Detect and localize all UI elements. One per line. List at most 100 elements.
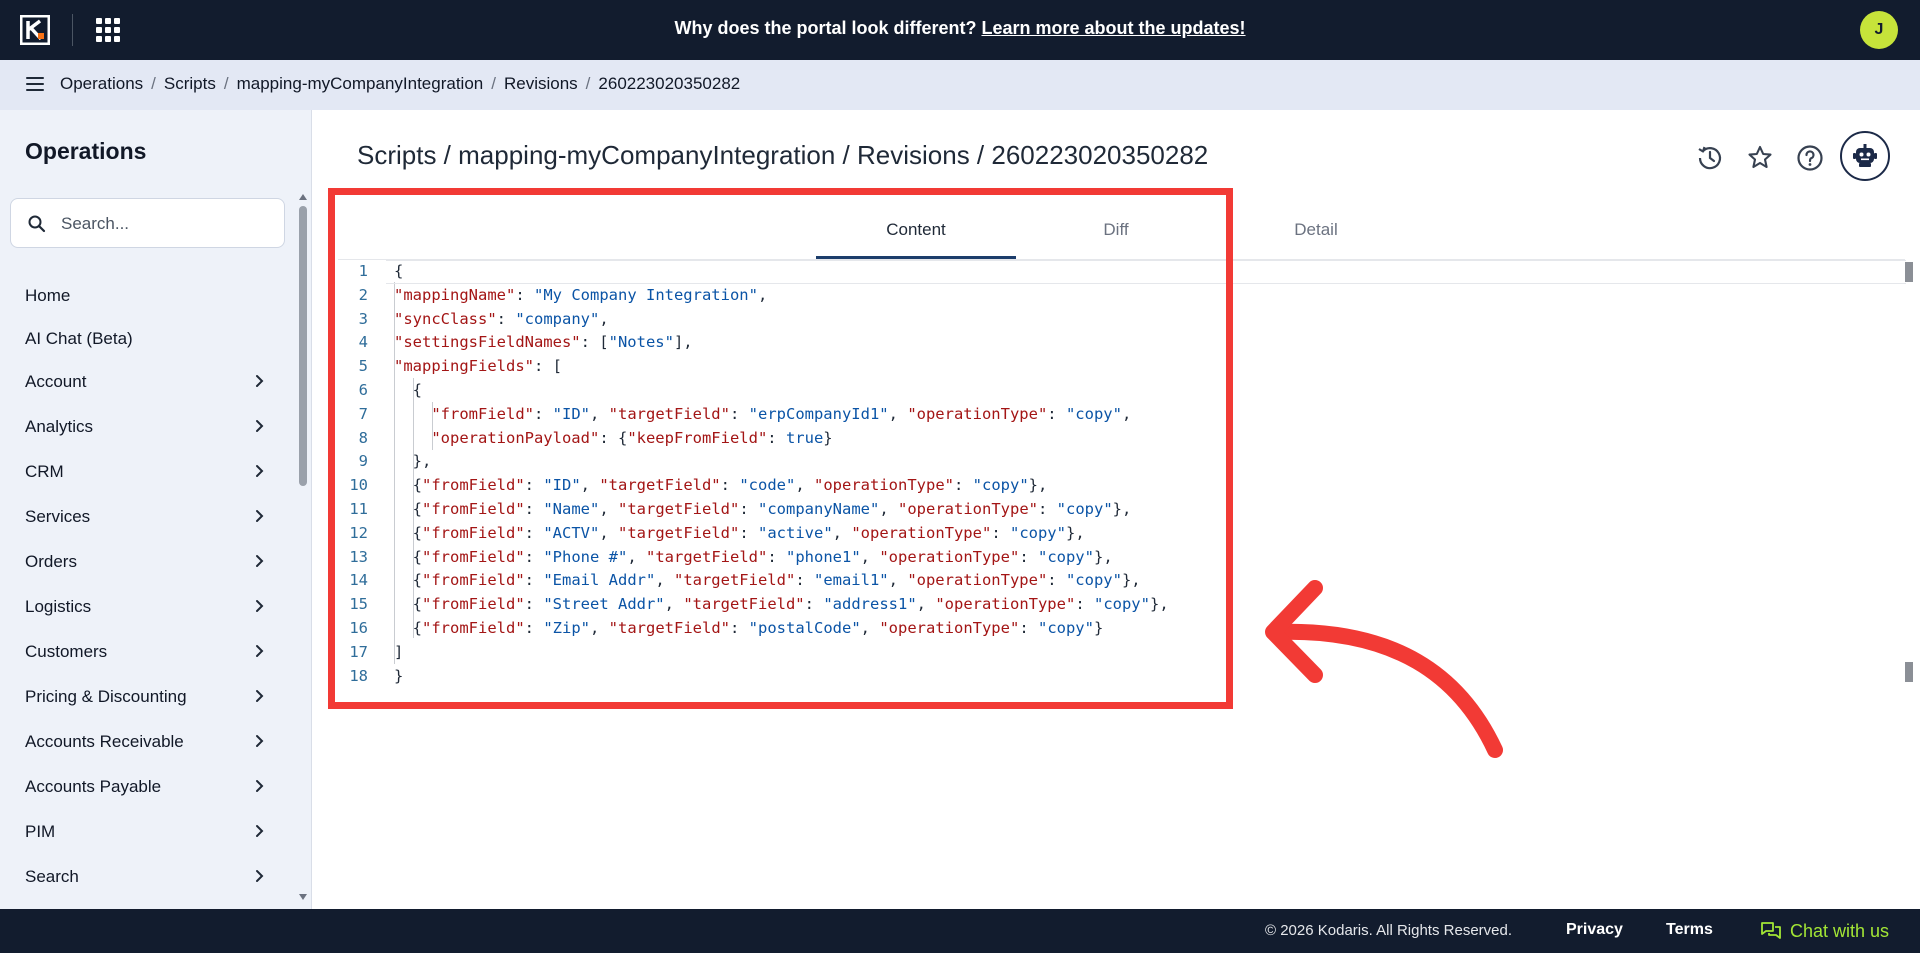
breadcrumb-scripts[interactable]: Scripts <box>164 74 216 94</box>
assistant-bot-button[interactable] <box>1840 131 1890 181</box>
chevron-right-icon <box>256 780 264 792</box>
sidebar-item-label: Logistics <box>25 597 92 616</box>
announcement-banner: Why does the portal look different? Lear… <box>0 18 1920 39</box>
breadcrumb-revision-id: 260223020350282 <box>598 74 741 93</box>
sidebar-item-home[interactable]: Home <box>0 276 290 316</box>
breadcrumb-separator: / <box>491 74 496 93</box>
sidebar-title: Operations <box>25 138 147 164</box>
tab-detail[interactable]: Detail <box>1216 205 1416 259</box>
breadcrumb-revisions[interactable]: Revisions <box>504 74 578 94</box>
chat-with-us-button[interactable]: Chat with us <box>1760 919 1889 943</box>
code-editor[interactable]: 1 {2 "mappingName": "My Company Integratio… <box>338 260 1906 690</box>
sidebar-item-search[interactable]: Search <box>0 857 290 897</box>
code-line: 17] <box>338 641 1898 665</box>
code-line: 13 {"fromField": "Phone #", "targetField… <box>338 546 1898 570</box>
breadcrumb-separator: / <box>585 74 591 93</box>
sidebar-item-accounts-receivable[interactable]: Accounts Receivable <box>0 722 290 762</box>
line-number: 13 <box>349 547 368 566</box>
chevron-right-icon <box>256 555 264 567</box>
line-number: 15 <box>349 595 368 614</box>
line-code: { <box>394 262 404 280</box>
line-code: "mappingName": "My Company Integration", <box>394 285 768 304</box>
line-number: 9 <box>358 452 368 471</box>
line-number: 16 <box>349 619 368 637</box>
code-line: 5 "mappingFields": [ <box>338 355 1898 379</box>
chevron-right-icon <box>256 465 264 477</box>
sidebar-item-label: AI Chat (Beta) <box>25 329 133 348</box>
learn-more-link[interactable]: Learn more about the updates! <box>981 18 1245 38</box>
chevron-right-icon <box>256 600 264 612</box>
sidebar-item-label: Customers <box>25 642 108 661</box>
line-number: 1 <box>358 262 368 280</box>
star-icon[interactable] <box>1744 142 1776 174</box>
chevron-right-icon <box>256 690 264 702</box>
line-code: "settingsFieldNames": ["Notes"], <box>394 333 693 352</box>
bot-icon <box>1853 144 1877 167</box>
code-line: 6 { <box>338 379 1898 403</box>
user-avatar[interactable]: J <box>1860 11 1898 49</box>
editor-scrollbar[interactable] <box>1905 262 1913 682</box>
breadcrumb-separator: / <box>151 74 156 93</box>
sidebar-item-label: Pricing & Discounting <box>25 687 187 706</box>
code-line: 11 {"fromField": "Name", "targetField": … <box>338 498 1898 522</box>
sidebar-item-logistics[interactable]: Logistics <box>0 587 290 627</box>
line-code: }, <box>394 452 432 471</box>
breadcrumb-operations[interactable]: Operations <box>60 74 143 94</box>
breadcrumb: Operations / Scripts / mapping-myCompany… <box>60 74 740 94</box>
scroll-marker <box>1905 262 1913 282</box>
scroll-up-arrow-icon[interactable] <box>299 194 307 200</box>
code-line: 16 {"fromField": "Zip", "targetField": "… <box>338 617 1898 641</box>
revision-tabs: Content Diff Detail <box>816 205 1416 259</box>
privacy-link[interactable]: Privacy <box>1566 921 1623 939</box>
sidebar: Operations Home AI Chat (Beta) Account Anal… <box>0 110 312 910</box>
banner-text: Why does the portal look different? <box>674 18 982 38</box>
sidebar-item-orders[interactable]: Orders <box>0 542 290 582</box>
chevron-right-icon <box>256 645 264 657</box>
line-code: "fromField": "ID", "targetField": "erpCo… <box>431 404 1132 423</box>
tab-content[interactable]: Content <box>816 205 1016 259</box>
line-number: 2 <box>358 285 368 304</box>
sidebar-item-accounts-payable[interactable]: Accounts Payable <box>0 767 290 807</box>
terms-link[interactable]: Terms <box>1666 921 1713 939</box>
sidebar-item-pim[interactable]: PIM <box>0 812 290 852</box>
sidebar-item-services[interactable]: Services <box>0 497 290 537</box>
code-line: 9 }, <box>338 450 1898 474</box>
line-code: {"fromField": "Name", "targetField": "co… <box>394 500 1132 518</box>
line-code: {"fromField": "Email Addr", "targetField… <box>394 571 1141 590</box>
breadcrumb-script-name[interactable]: mapping-myCompanyIntegration <box>237 74 484 94</box>
help-icon[interactable] <box>1794 142 1826 174</box>
sidebar-item-label: Home <box>25 286 71 305</box>
history-icon[interactable] <box>1694 142 1726 174</box>
line-number: 4 <box>358 333 368 352</box>
sidebar-scroll-thumb[interactable] <box>299 206 307 486</box>
line-code: {"fromField": "Phone #", "targetField": … <box>394 547 1113 566</box>
sidebar-item-analytics[interactable]: Analytics <box>0 407 290 447</box>
breadcrumb-separator: / <box>223 74 229 93</box>
sidebar-item-account[interactable]: Account <box>0 362 290 402</box>
sidebar-scrollbar[interactable] <box>296 194 310 904</box>
scroll-down-arrow-icon[interactable] <box>299 894 307 900</box>
sidebar-item-customers[interactable]: Customers <box>0 632 290 672</box>
sidebar-item-crm[interactable]: CRM <box>0 452 290 492</box>
chevron-right-icon <box>256 735 264 747</box>
code-line: 7 "fromField": "ID", "targetField": "erp… <box>338 403 1898 427</box>
chat-icon <box>1761 922 1781 939</box>
sidebar-item-label: Accounts Receivable <box>25 732 184 751</box>
sidebar-item-ai-chat-beta[interactable]: AI Chat (Beta) <box>0 319 290 359</box>
scroll-marker <box>1905 662 1913 682</box>
sidebar-item-label: Account <box>25 372 87 391</box>
line-number: 6 <box>358 381 368 399</box>
top-bar: Why does the portal look different? Lear… <box>0 0 1920 60</box>
page-title: Scripts / mapping-myCompanyIntegration /… <box>357 140 1209 170</box>
sidebar-search-input[interactable] <box>61 212 271 236</box>
line-code: "operationPayload": {"keepFromField": tr… <box>431 428 833 447</box>
line-number: 17 <box>349 642 368 661</box>
tab-diff[interactable]: Diff <box>1016 205 1216 259</box>
sidebar-item-pricing-discounting[interactable]: Pricing & Discounting <box>0 677 290 717</box>
code-line: 3 "syncClass": "company", <box>338 308 1898 332</box>
chevron-right-icon <box>256 510 264 522</box>
sidebar-item-label: PIM <box>25 822 56 841</box>
hamburger-menu-icon[interactable] <box>26 77 44 91</box>
line-code: "syncClass": "company", <box>394 309 609 328</box>
line-number: 14 <box>349 571 368 590</box>
